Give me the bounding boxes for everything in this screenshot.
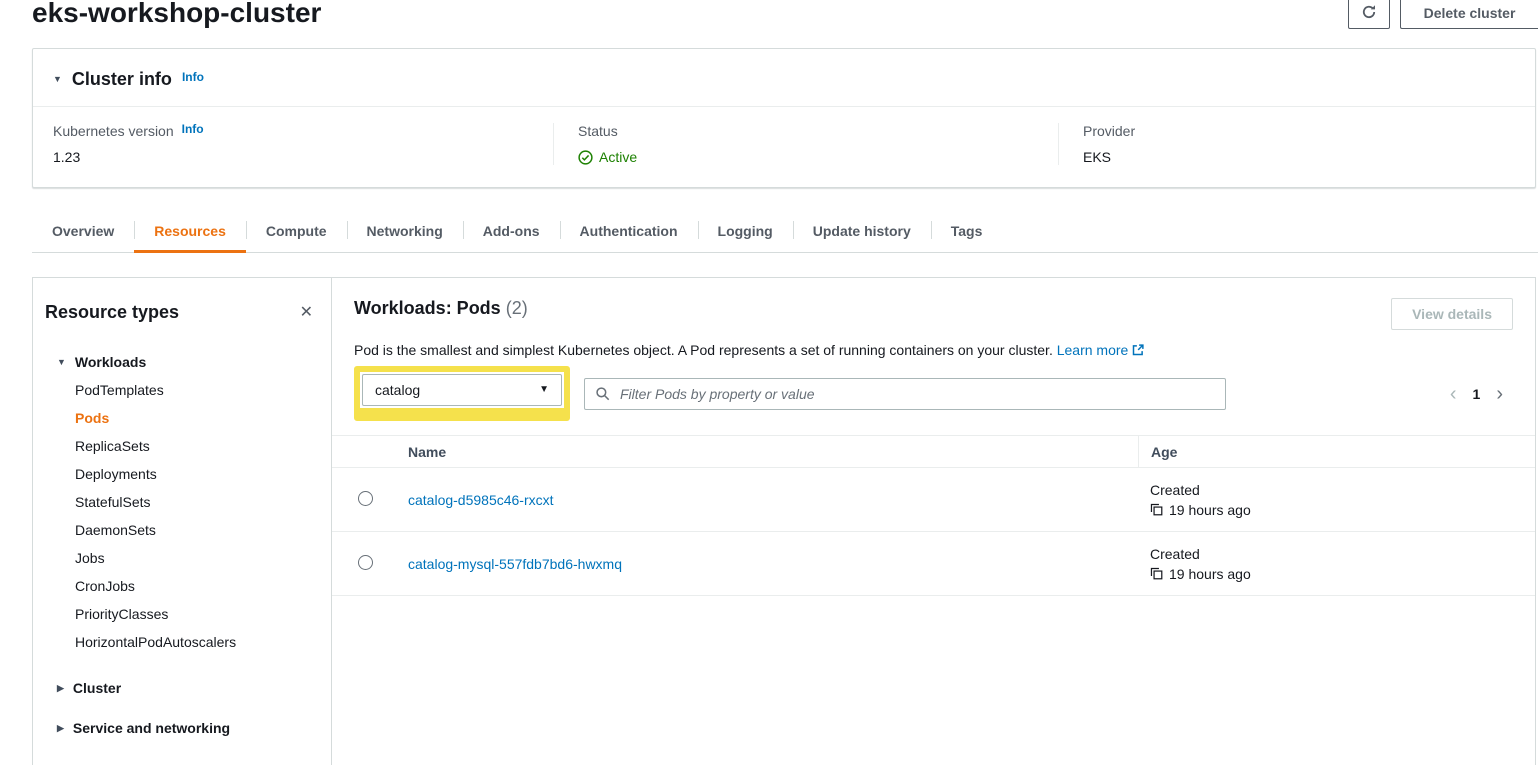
workloads-items: PodTemplates Pods ReplicaSets Deployment…	[45, 376, 319, 656]
caret-down-icon: ▼	[57, 358, 66, 367]
resources-panels: Resource types ✕ ▼ Workloads PodTemplate…	[32, 277, 1536, 765]
copy-icon[interactable]	[1150, 567, 1163, 580]
namespace-filter-value: catalog	[375, 382, 420, 398]
tab-overview[interactable]: Overview	[32, 212, 134, 252]
copy-icon[interactable]	[1150, 503, 1163, 516]
workloads-section-label: Workloads	[75, 354, 146, 370]
caret-down-icon: ▼	[53, 75, 62, 84]
learn-more-text: Learn more	[1057, 342, 1129, 358]
learn-more-link[interactable]: Learn more	[1057, 342, 1144, 358]
age-cell: Created 19 hours ago	[1138, 482, 1535, 518]
pods-search-box	[584, 378, 1226, 410]
status-check-icon	[578, 150, 593, 165]
external-link-icon	[1132, 342, 1144, 358]
tab-compute[interactable]: Compute	[246, 212, 347, 252]
namespace-filter-dropdown[interactable]: catalog ▼	[362, 374, 562, 406]
table-row: catalog-d5985c46-rxcxt Created 19 hours …	[332, 468, 1535, 532]
sidebar-item-cronjobs[interactable]: CronJobs	[75, 572, 319, 600]
close-sidebar-button[interactable]: ✕	[294, 300, 319, 324]
pods-panel-title: Workloads: Pods (2)	[354, 298, 528, 319]
current-page-number[interactable]: 1	[1473, 386, 1481, 402]
namespace-filter-highlight: catalog ▼	[354, 366, 570, 421]
sidebar-item-statefulsets[interactable]: StatefulSets	[75, 488, 319, 516]
search-icon	[595, 386, 610, 401]
refresh-button[interactable]	[1348, 0, 1390, 29]
provider-value: EKS	[1083, 149, 1515, 165]
pods-title-text: Workloads: Pods	[354, 298, 501, 318]
tab-resources[interactable]: Resources	[134, 212, 246, 252]
kubernetes-version-info-link[interactable]: Info	[182, 122, 204, 136]
delete-cluster-button[interactable]: Delete cluster	[1400, 0, 1538, 29]
pods-filter-input[interactable]	[618, 385, 1215, 403]
status-value: Active	[599, 149, 637, 165]
sidebar-section-workloads[interactable]: ▼ Workloads	[45, 354, 319, 370]
row-select-radio[interactable]	[358, 555, 373, 570]
pod-name-link[interactable]: catalog-d5985c46-rxcxt	[408, 492, 554, 508]
tab-authentication[interactable]: Authentication	[560, 212, 698, 252]
cluster-section-label: Cluster	[73, 680, 121, 696]
caret-right-icon: ▶	[57, 684, 64, 693]
pod-name-link[interactable]: catalog-mysql-557fdb7bd6-hwxmq	[408, 556, 622, 572]
cluster-info-title: Cluster info	[72, 69, 172, 90]
kubernetes-version-value: 1.23	[53, 149, 553, 165]
pagination: ‹ 1 ›	[1450, 384, 1513, 404]
filter-row: catalog ▼ ‹ 1 ›	[354, 366, 1513, 421]
tab-logging[interactable]: Logging	[698, 212, 793, 252]
caret-right-icon: ▶	[57, 724, 64, 733]
resource-types-title: Resource types	[45, 302, 179, 323]
sidebar-item-podtemplates[interactable]: PodTemplates	[75, 376, 319, 404]
cluster-title: eks-workshop-cluster	[32, 0, 321, 32]
age-cell: Created 19 hours ago	[1138, 546, 1535, 582]
age-value: 19 hours ago	[1169, 502, 1251, 518]
sidebar-item-horizontalpodautoscalers[interactable]: HorizontalPodAutoscalers	[75, 628, 319, 656]
pods-table: Name Age catalog-d5985c46-rxcxt Created	[332, 435, 1535, 596]
table-row: catalog-mysql-557fdb7bd6-hwxmq Created 1…	[332, 532, 1535, 596]
cluster-info-info-link[interactable]: Info	[182, 70, 204, 84]
created-label: Created	[1150, 482, 1535, 498]
age-value: 19 hours ago	[1169, 566, 1251, 582]
sidebar-section-cluster[interactable]: ▶ Cluster	[45, 680, 319, 696]
tab-update-history[interactable]: Update history	[793, 212, 931, 252]
provider-label: Provider	[1083, 123, 1135, 139]
refresh-icon	[1361, 4, 1377, 23]
cluster-info-body: Kubernetes version Info 1.23 Status Acti…	[33, 107, 1535, 187]
row-select-radio[interactable]	[358, 491, 373, 506]
resource-types-sidebar: Resource types ✕ ▼ Workloads PodTemplate…	[33, 278, 332, 765]
pods-description: Pod is the smallest and simplest Kuberne…	[354, 342, 1513, 358]
tab-tags[interactable]: Tags	[931, 212, 1003, 252]
status-label: Status	[578, 123, 618, 139]
pods-count: (2)	[506, 298, 528, 318]
chevron-down-icon: ▼	[539, 385, 549, 395]
page-header: eks-workshop-cluster Delete cluster	[0, 0, 1538, 44]
age-column-header: Age	[1138, 436, 1535, 467]
sidebar-item-replicasets[interactable]: ReplicaSets	[75, 432, 319, 460]
provider-field: Provider EKS	[1058, 123, 1515, 165]
sidebar-item-jobs[interactable]: Jobs	[75, 544, 319, 572]
table-header-row: Name Age	[332, 435, 1535, 468]
sidebar-item-priorityclasses[interactable]: PriorityClasses	[75, 600, 319, 628]
service-networking-section-label: Service and networking	[73, 720, 230, 736]
cluster-info-card: ▼ Cluster info Info Kubernetes version I…	[32, 48, 1536, 188]
cluster-info-header[interactable]: ▼ Cluster info Info	[33, 49, 1535, 106]
next-page-button[interactable]: ›	[1496, 384, 1503, 404]
view-details-button[interactable]: View details	[1391, 298, 1513, 330]
tab-add-ons[interactable]: Add-ons	[463, 212, 560, 252]
header-actions: Delete cluster	[1348, 0, 1538, 29]
pods-description-text: Pod is the smallest and simplest Kuberne…	[354, 342, 1053, 358]
created-label: Created	[1150, 546, 1535, 562]
cluster-tabs: Overview Resources Compute Networking Ad…	[32, 212, 1538, 253]
status-field: Status Active	[553, 123, 1058, 165]
kubernetes-version-field: Kubernetes version Info 1.23	[53, 123, 553, 165]
name-column-header: Name	[408, 444, 1138, 460]
pods-panel: Workloads: Pods (2) View details Pod is …	[332, 278, 1535, 765]
sidebar-item-daemonsets[interactable]: DaemonSets	[75, 516, 319, 544]
sidebar-item-pods[interactable]: Pods	[75, 404, 319, 432]
sidebar-section-service-networking[interactable]: ▶ Service and networking	[45, 720, 319, 736]
kubernetes-version-label: Kubernetes version	[53, 123, 174, 139]
sidebar-item-deployments[interactable]: Deployments	[75, 460, 319, 488]
previous-page-button[interactable]: ‹	[1450, 384, 1457, 404]
close-icon: ✕	[300, 304, 313, 321]
tab-networking[interactable]: Networking	[347, 212, 463, 252]
